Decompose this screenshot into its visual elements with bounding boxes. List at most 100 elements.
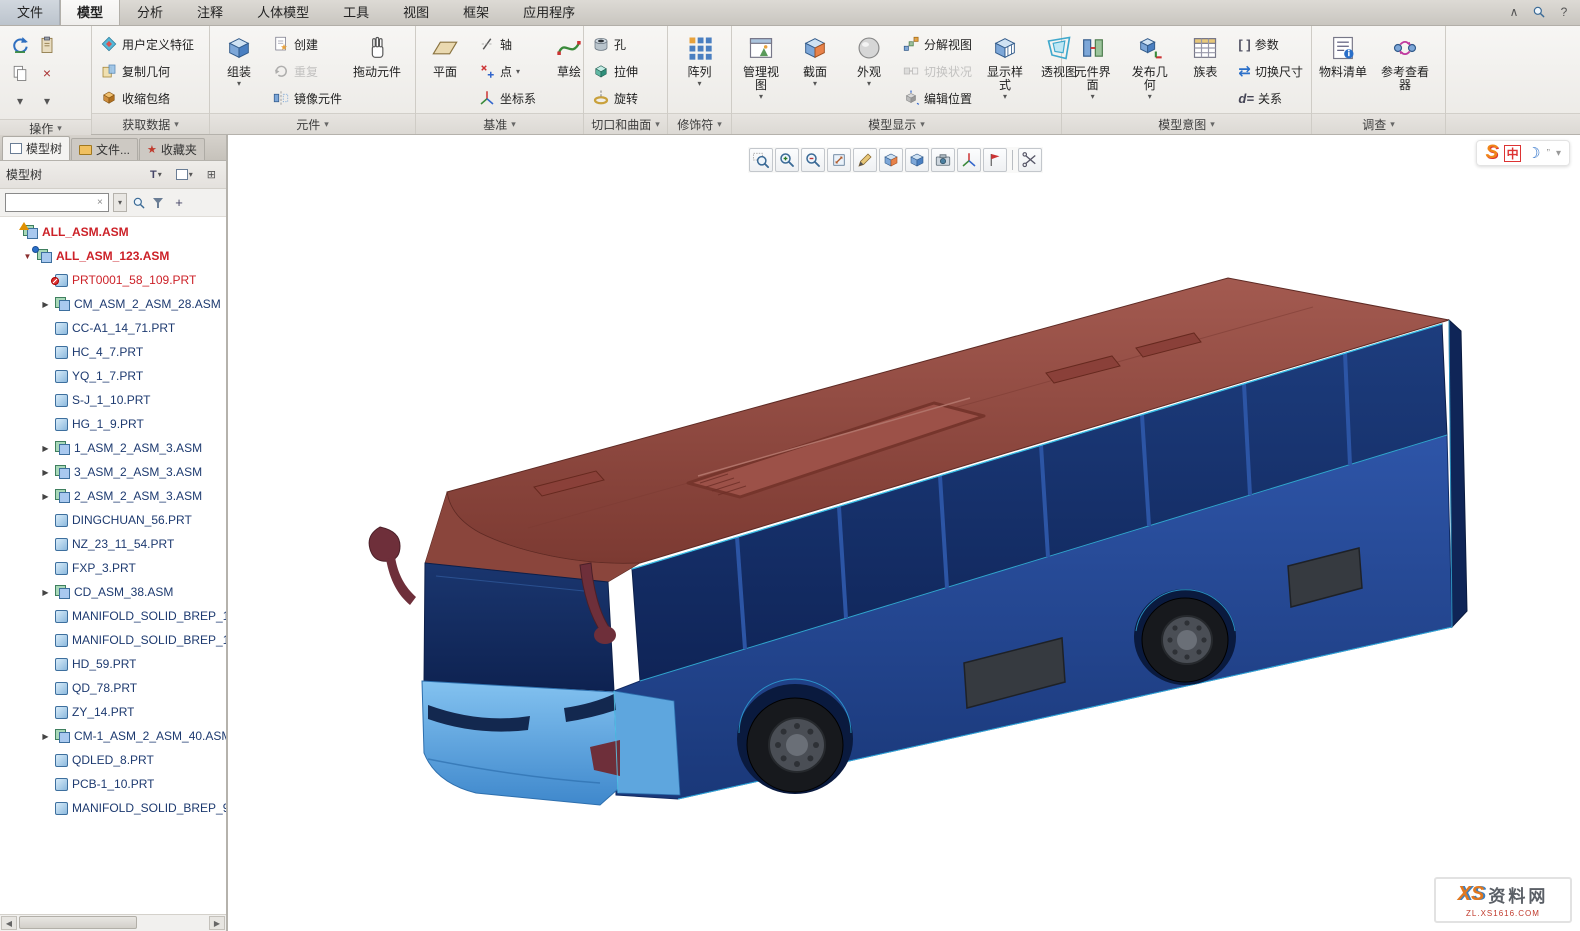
tab-favorites[interactable]: ★ 收藏夹	[139, 138, 205, 160]
tree-item[interactable]: HD_59.PRT	[0, 652, 226, 676]
group-label-model-display[interactable]: 模型显示	[732, 113, 1061, 134]
parameters-button[interactable]: 参数	[1233, 31, 1308, 57]
tab-view[interactable]: 视图	[386, 0, 446, 25]
tree-filters-button[interactable]: T▾	[146, 166, 166, 184]
tab-model-tree[interactable]: 模型树	[2, 136, 70, 160]
expand-icon[interactable]	[40, 588, 51, 597]
point-button[interactable]: 点▾	[473, 58, 541, 84]
toggle-status-button[interactable]: 切换状况	[897, 58, 977, 84]
tree-item[interactable]: CC-A1_14_71.PRT	[0, 316, 226, 340]
tree-item[interactable]: QD_78.PRT	[0, 676, 226, 700]
find-icon[interactable]	[131, 195, 147, 211]
ime-punctuation-icon[interactable]: ”	[1547, 148, 1550, 159]
tree-item[interactable]: QDLED_8.PRT	[0, 748, 226, 772]
udf-button[interactable]: 用户定义特征	[95, 31, 199, 57]
bom-button[interactable]: 物料清单	[1315, 28, 1371, 81]
regenerate-button[interactable]	[7, 31, 33, 58]
section-button[interactable]: 截面▾	[789, 28, 841, 90]
component-interface-button[interactable]: 元件界面▾	[1065, 28, 1120, 103]
filter-icon[interactable]	[151, 195, 167, 211]
tree-item[interactable]: CD_ASM_38.ASM	[0, 580, 226, 604]
operations-dropdown[interactable]: ▾	[34, 87, 60, 114]
ime-language-toggle[interactable]: 中	[1504, 145, 1521, 162]
group-label-investigate[interactable]: 调查	[1312, 113, 1445, 134]
view-tools-button[interactable]	[1018, 148, 1042, 172]
tab-folder-browser[interactable]: 文件...	[71, 138, 138, 160]
tree-item[interactable]: YQ_1_7.PRT	[0, 364, 226, 388]
search-icon[interactable]	[1532, 5, 1546, 19]
display-style-button[interactable]	[905, 148, 929, 172]
tab-file[interactable]: 文件	[0, 0, 60, 25]
reference-viewer-button[interactable]: 参考查看器	[1373, 28, 1437, 94]
saved-views-button[interactable]	[931, 148, 955, 172]
tree-item[interactable]: ZY_14.PRT	[0, 700, 226, 724]
hole-button[interactable]: 孔	[587, 31, 643, 57]
search-input[interactable]	[5, 193, 109, 212]
group-label-model-intent[interactable]: 模型意图	[1062, 113, 1311, 134]
group-label-datum[interactable]: 基准	[416, 113, 583, 134]
sogou-logo[interactable]: S	[1485, 142, 1498, 164]
tree-item[interactable]: DINGCHUAN_56.PRT	[0, 508, 226, 532]
collapse-icon[interactable]	[22, 252, 33, 261]
relations-button[interactable]: 关系	[1233, 85, 1308, 111]
ime-menu-icon[interactable]: ▾	[1556, 148, 1561, 159]
group-label-cut-surface[interactable]: 切口和曲面	[584, 113, 667, 134]
paste-button[interactable]	[34, 31, 60, 58]
expand-icon[interactable]	[40, 732, 51, 741]
tree-item[interactable]: NZ_23_11_54.PRT	[0, 532, 226, 556]
zoom-in-button[interactable]	[775, 148, 799, 172]
exploded-view-button[interactable]: 分解视图	[897, 31, 977, 57]
tree-item[interactable]: FXP_3.PRT	[0, 556, 226, 580]
tree-horizontal-scrollbar[interactable]: ◀ ▶	[0, 914, 226, 931]
regenerate-dropdown[interactable]: ▾	[7, 87, 33, 114]
copy-geometry-button[interactable]: 复制几何	[95, 58, 199, 84]
tab-model[interactable]: 模型	[60, 0, 120, 25]
scroll-right-button[interactable]: ▶	[209, 916, 225, 930]
tab-framework[interactable]: 框架	[446, 0, 506, 25]
tree-item[interactable]: MANIFOLD_SOLID_BREP_9	[0, 796, 226, 820]
tree-item[interactable]: S-J_1_10.PRT	[0, 388, 226, 412]
minimize-ribbon-icon[interactable]: ∧	[1506, 4, 1522, 20]
tree-item[interactable]: CM-1_ASM_2_ASM_40.ASM	[0, 724, 226, 748]
tree-item[interactable]: ALL_ASM_123.ASM	[0, 244, 226, 268]
section-view-button[interactable]	[879, 148, 903, 172]
shrinkwrap-button[interactable]: 收缩包络	[95, 85, 199, 111]
repeat-button[interactable]: 重复	[267, 58, 347, 84]
tree-item[interactable]: HC_4_7.PRT	[0, 340, 226, 364]
bus-model-3d[interactable]	[228, 135, 1580, 931]
tree-item[interactable]: MANIFOLD_SOLID_BREP_1	[0, 604, 226, 628]
tab-tools[interactable]: 工具	[326, 0, 386, 25]
create-component-button[interactable]: 创建	[267, 31, 347, 57]
box-zoom-button[interactable]	[749, 148, 773, 172]
tree-item[interactable]: 3_ASM_2_ASM_3.ASM	[0, 460, 226, 484]
copy-button[interactable]	[7, 59, 33, 86]
tree-item[interactable]: ALL_ASM.ASM	[0, 220, 226, 244]
assemble-button[interactable]: 组装▾	[213, 28, 265, 90]
revolve-button[interactable]: 旋转	[587, 85, 643, 111]
sogou-ime-bar[interactable]: S 中 ☽ ” ▾	[1476, 140, 1570, 166]
family-table-button[interactable]: 族表	[1179, 28, 1231, 81]
publish-geometry-button[interactable]: 发布几何▾	[1122, 28, 1177, 103]
plane-button[interactable]: 平面	[419, 28, 471, 81]
tab-applications[interactable]: 应用程序	[506, 0, 592, 25]
axis-button[interactable]: 轴	[473, 31, 541, 57]
expand-icon[interactable]	[40, 492, 51, 501]
group-label-get-data[interactable]: 获取数据	[92, 113, 209, 134]
scrollbar-track[interactable]	[18, 916, 208, 930]
pattern-button[interactable]: 阵列▾	[674, 28, 726, 90]
mirror-component-button[interactable]: 镜像元件	[267, 85, 347, 111]
extrude-button[interactable]: 拉伸	[587, 58, 643, 84]
zoom-out-button[interactable]	[801, 148, 825, 172]
clear-search-icon[interactable]: ×	[97, 197, 109, 208]
tree-item[interactable]: PCB-1_10.PRT	[0, 772, 226, 796]
tab-analysis[interactable]: 分析	[120, 0, 180, 25]
tree-item[interactable]: 1_ASM_2_ASM_3.ASM	[0, 436, 226, 460]
add-filter-icon[interactable]: +	[171, 195, 187, 211]
search-dropdown[interactable]: ▾	[113, 193, 127, 212]
group-label-modifiers[interactable]: 修饰符	[668, 113, 731, 134]
delete-button[interactable]: ×	[34, 59, 60, 86]
datum-display-button[interactable]	[957, 148, 981, 172]
tree-settings-button[interactable]: ⊞	[203, 165, 220, 184]
display-style-button[interactable]: 显示样式▾	[979, 28, 1031, 103]
tree-item[interactable]: HG_1_9.PRT	[0, 412, 226, 436]
